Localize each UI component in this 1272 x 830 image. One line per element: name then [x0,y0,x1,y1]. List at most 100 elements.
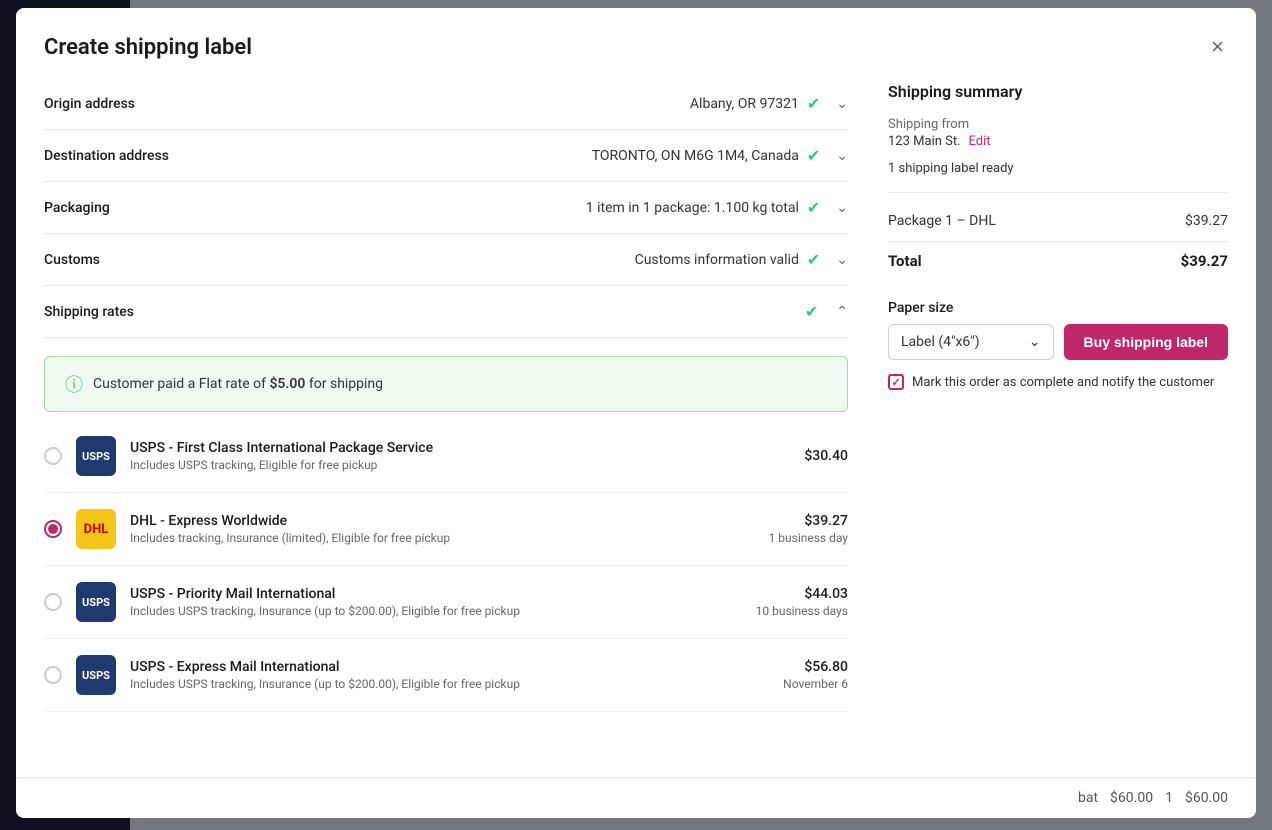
rate-option-usps-first[interactable]: USPS USPS - First Class International Pa… [44,420,848,493]
bottom-item: bat [1078,790,1098,806]
notify-text: Mark this order as complete and notify t… [912,375,1214,390]
summary-package-row: Package 1 – DHL $39.27 [888,205,1228,237]
close-button[interactable]: × [1207,32,1228,62]
destination-chevron-icon: ⌄ [836,148,848,164]
summary-total-row: Total $39.27 [888,241,1228,280]
modal-title: Create shipping label [44,35,252,60]
rate-option-dhl-express[interactable]: DHL DHL - Express Worldwide Includes tra… [44,493,848,566]
customs-row[interactable]: Customs Customs information valid ✔ ⌄ [44,234,848,286]
destination-address-row[interactable]: Destination address TORONTO, ON M6G 1M4,… [44,130,848,182]
rates-chevron-icon: ⌃ [836,304,848,320]
customs-check-icon: ✔ [807,250,820,269]
modal-body: Origin address Albany, OR 97321 ✔ ⌄ Dest… [16,78,1256,777]
destination-address-value: TORONTO, ON M6G 1M4, Canada ✔ ⌄ [592,146,848,165]
rate-price-dhl-express: $39.27 [769,513,848,529]
packaging-row[interactable]: Packaging 1 item in 1 package: 1.100 kg … [44,182,848,234]
rate-price-block-usps-priority: $44.03 10 business days [756,586,848,618]
left-panel: Origin address Albany, OR 97321 ✔ ⌄ Dest… [44,78,848,757]
bottom-price2: $60.00 [1185,790,1228,806]
notify-row: ✓ Mark this order as complete and notify… [888,374,1228,390]
summary-package-label: Package 1 – DHL [888,213,996,229]
rate-option-usps-priority[interactable]: USPS USPS - Priority Mail International … [44,566,848,639]
origin-address-row[interactable]: Origin address Albany, OR 97321 ✔ ⌄ [44,78,848,130]
right-panel: Shipping summary Shipping from 123 Main … [888,78,1228,757]
rate-price-usps-express: $56.80 [783,659,848,675]
rate-options-list: USPS USPS - First Class International Pa… [44,420,848,712]
rate-price-usps-priority: $44.03 [756,586,848,602]
origin-check-icon: ✔ [807,94,820,113]
paper-size-row: Label (4"x6") ⌄ Buy shipping label [888,324,1228,360]
rate-details-dhl-express: Includes tracking, Insurance (limited), … [130,531,755,545]
info-circle-icon: ⓘ [65,371,83,397]
customs-value: Customs information valid ✔ ⌄ [635,250,848,269]
summary-address: 123 Main St. [888,134,961,149]
paper-size-select[interactable]: Label (4"x6") ⌄ [888,324,1054,360]
customs-chevron-icon: ⌄ [836,252,848,268]
packaging-value: 1 item in 1 package: 1.100 kg total ✔ ⌄ [586,198,848,217]
carrier-logo-usps-priority: USPS [76,582,116,622]
summary-address-line: 123 Main St. Edit [888,134,1228,149]
carrier-logo-usps-express: USPS [76,655,116,695]
rate-info-dhl-express: DHL - Express Worldwide Includes trackin… [130,513,755,545]
rate-delivery-dhl-express: 1 business day [769,531,848,545]
bottom-qty: 1 [1165,790,1173,806]
origin-chevron-icon: ⌄ [836,96,848,112]
rate-info-usps-priority: USPS - Priority Mail International Inclu… [130,586,742,618]
notify-checkbox[interactable]: ✓ [888,374,904,390]
destination-check-icon: ✔ [807,146,820,165]
shipping-rates-label: Shipping rates [44,304,134,320]
paper-size-label: Paper size [888,300,1228,316]
shipping-label-modal: Create shipping label × Origin address A… [16,8,1256,818]
rate-radio-usps-priority[interactable] [44,593,62,611]
origin-address-value: Albany, OR 97321 ✔ ⌄ [690,94,848,113]
packaging-check-icon: ✔ [807,198,820,217]
packaging-chevron-icon: ⌄ [836,200,848,216]
rate-price-usps-first: $30.40 [804,448,848,464]
modal-overlay: Create shipping label × Origin address A… [0,0,1272,830]
notify-checkmark: ✓ [891,376,900,389]
summary-title: Shipping summary [888,82,1228,101]
summary-label-ready: 1 shipping label ready [888,161,1228,176]
rates-check-icon: ✔ [805,302,818,321]
buy-shipping-label-button[interactable]: Buy shipping label [1064,324,1228,360]
rate-details-usps-express: Includes USPS tracking, Insurance (up to… [130,677,769,691]
rate-price-block-usps-express: $56.80 November 6 [783,659,848,691]
bottom-price1: $60.00 [1110,790,1153,806]
rate-details-usps-first: Includes USPS tracking, Eligible for fre… [130,458,790,472]
rate-details-usps-priority: Includes USPS tracking, Insurance (up to… [130,604,742,618]
summary-shipping-from-label: Shipping from [888,117,1228,132]
summary-divider-1 [888,192,1228,193]
rate-delivery-usps-express: November 6 [783,677,848,691]
rate-radio-usps-first[interactable] [44,447,62,465]
summary-total-label: Total [888,252,922,270]
rate-name-usps-priority: USPS - Priority Mail International [130,586,742,602]
bottom-bar: bat $60.00 1 $60.00 [16,777,1256,818]
edit-address-link[interactable]: Edit [969,134,991,149]
rate-radio-usps-express[interactable] [44,666,62,684]
origin-address-label: Origin address [44,96,184,112]
modal-header: Create shipping label × [16,8,1256,78]
rates-header-right: ✔ ⌃ [805,302,848,321]
carrier-logo-dhl-express: DHL [76,509,116,549]
paper-size-value: Label (4"x6") [901,334,980,350]
rate-price-block-dhl-express: $39.27 1 business day [769,513,848,545]
rate-info-usps-first: USPS - First Class International Package… [130,440,790,472]
rate-price-block-usps-first: $30.40 [804,448,848,464]
rate-option-usps-express[interactable]: USPS USPS - Express Mail International I… [44,639,848,712]
rate-info-usps-express: USPS - Express Mail International Includ… [130,659,769,691]
rate-name-usps-first: USPS - First Class International Package… [130,440,790,456]
summary-total-price: $39.27 [1181,252,1228,270]
carrier-logo-usps-first: USPS [76,436,116,476]
info-banner: ⓘ Customer paid a Flat rate of $5.00 for… [44,356,848,412]
rate-delivery-usps-priority: 10 business days [756,604,848,618]
summary-package-price: $39.27 [1185,213,1228,229]
shipping-rates-header[interactable]: Shipping rates ✔ ⌃ [44,286,848,338]
packaging-label: Packaging [44,200,184,216]
rate-name-usps-express: USPS - Express Mail International [130,659,769,675]
paper-size-chevron: ⌄ [1029,334,1041,350]
rate-radio-dhl-express[interactable] [44,520,62,538]
rate-name-dhl-express: DHL - Express Worldwide [130,513,755,529]
info-banner-text: Customer paid a Flat rate of $5.00 for s… [93,376,383,392]
destination-address-label: Destination address [44,148,184,164]
customs-label: Customs [44,252,184,268]
